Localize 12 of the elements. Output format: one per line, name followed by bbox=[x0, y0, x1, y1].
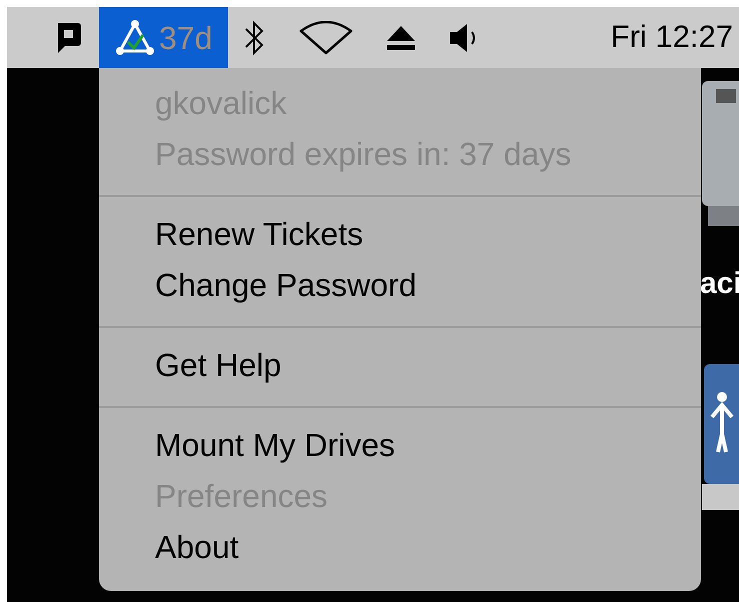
wifi-icon[interactable] bbox=[298, 20, 354, 54]
menu-extra-label: 37d bbox=[159, 18, 212, 58]
menu-item[interactable]: Change Password bbox=[99, 260, 701, 311]
menu-item[interactable]: Mount My Drives bbox=[99, 420, 701, 471]
triangle-check-icon bbox=[115, 18, 155, 58]
clock[interactable]: Fri 12:27 bbox=[610, 14, 739, 61]
user-folder-icon[interactable] bbox=[700, 362, 739, 512]
menu-item[interactable]: Get Help bbox=[99, 340, 701, 391]
menu-item[interactable]: About bbox=[99, 522, 701, 573]
menu-item[interactable]: Renew Tickets bbox=[99, 209, 701, 260]
hard-drive-icon[interactable] bbox=[700, 79, 739, 229]
eject-icon[interactable] bbox=[386, 24, 416, 50]
